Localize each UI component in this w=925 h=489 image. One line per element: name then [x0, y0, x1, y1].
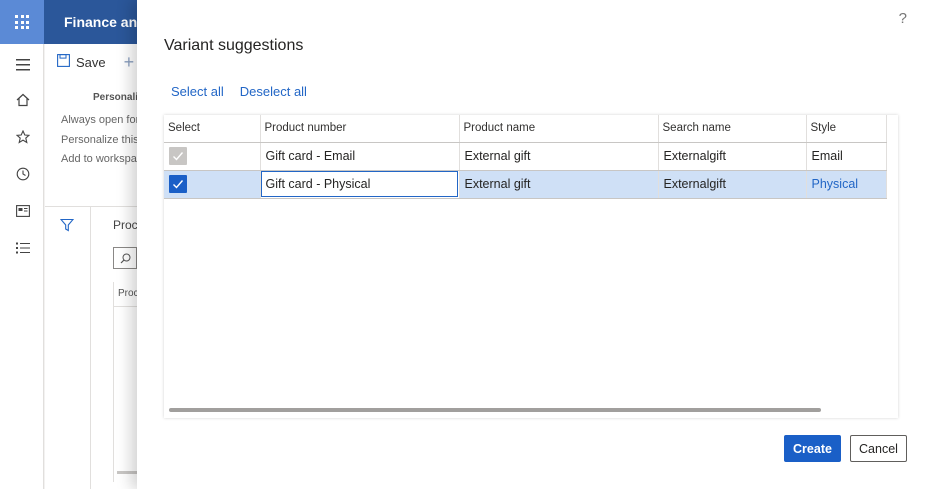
checkmark-icon	[173, 180, 184, 189]
background-grid	[113, 282, 137, 482]
left-navigation	[0, 44, 44, 489]
side-link-personalize[interactable]: Personalize this	[61, 134, 139, 146]
cancel-button[interactable]: Cancel	[850, 435, 907, 462]
product-name-cell[interactable]: External gift	[459, 170, 659, 199]
column-header-product-number[interactable]: Product number	[260, 115, 460, 143]
background-list-title: Proc	[113, 218, 138, 232]
row-checkbox[interactable]	[169, 175, 187, 193]
product-name-cell[interactable]: External gift	[459, 142, 659, 171]
product-number-cell[interactable]: Gift card - Physical	[260, 170, 460, 199]
variant-suggestions-dialog: ? Variant suggestions Select all Deselec…	[137, 0, 925, 489]
background-grid-header: Proc	[118, 288, 139, 299]
select-all-link[interactable]: Select all	[171, 84, 224, 99]
background-scrollbar[interactable]	[117, 471, 137, 474]
select-cell	[164, 142, 261, 171]
row-checkbox-disabled	[169, 147, 187, 165]
workspace-icon[interactable]	[14, 202, 32, 220]
app-title: Finance and	[64, 14, 146, 30]
selection-links: Select all Deselect all	[171, 84, 307, 99]
style-cell[interactable]: Email	[806, 142, 887, 171]
list-icon[interactable]	[14, 239, 32, 257]
checkmark-icon	[173, 152, 184, 161]
help-icon[interactable]: ?	[899, 10, 907, 27]
background-grid-divider	[113, 306, 137, 307]
column-header-search-name[interactable]: Search name	[658, 115, 807, 143]
star-icon[interactable]	[14, 128, 32, 146]
hamburger-icon[interactable]	[14, 56, 32, 74]
new-icon[interactable]: +	[124, 52, 135, 73]
table-row[interactable]: Gift card - Email External gift External…	[164, 142, 887, 171]
table-row[interactable]: Gift card - Physical External gift Exter…	[164, 170, 887, 199]
create-button[interactable]: Create	[784, 435, 841, 462]
horizontal-scrollbar[interactable]	[169, 408, 821, 412]
search-name-cell[interactable]: Externalgift	[658, 142, 807, 171]
save-button[interactable]: Save	[76, 55, 106, 70]
select-cell	[164, 170, 261, 199]
side-link-always-open[interactable]: Always open for	[61, 114, 139, 126]
column-header-select[interactable]: Select	[164, 115, 261, 143]
dialog-title: Variant suggestions	[164, 37, 304, 54]
personalize-heading: Personaliz	[93, 92, 144, 103]
clock-icon[interactable]	[14, 165, 32, 183]
column-header-style[interactable]: Style	[806, 115, 887, 143]
search-icon[interactable]	[113, 247, 137, 269]
product-number-cell[interactable]: Gift card - Email	[260, 142, 460, 171]
save-icon[interactable]	[57, 54, 70, 70]
filter-icon[interactable]	[59, 218, 76, 234]
style-cell[interactable]: Physical	[806, 170, 887, 199]
app-launcher-icon[interactable]	[0, 0, 44, 44]
table-header-row: Select Product number Product name Searc…	[164, 115, 887, 143]
variants-grid: Select Product number Product name Searc…	[164, 115, 898, 418]
side-link-workspace[interactable]: Add to workspa	[61, 153, 137, 165]
pane-divider	[90, 206, 91, 489]
deselect-all-link[interactable]: Deselect all	[240, 84, 307, 99]
variants-table: Select Product number Product name Searc…	[164, 115, 887, 199]
search-name-cell[interactable]: Externalgift	[658, 170, 807, 199]
home-icon[interactable]	[14, 91, 32, 109]
column-header-product-name[interactable]: Product name	[459, 115, 659, 143]
